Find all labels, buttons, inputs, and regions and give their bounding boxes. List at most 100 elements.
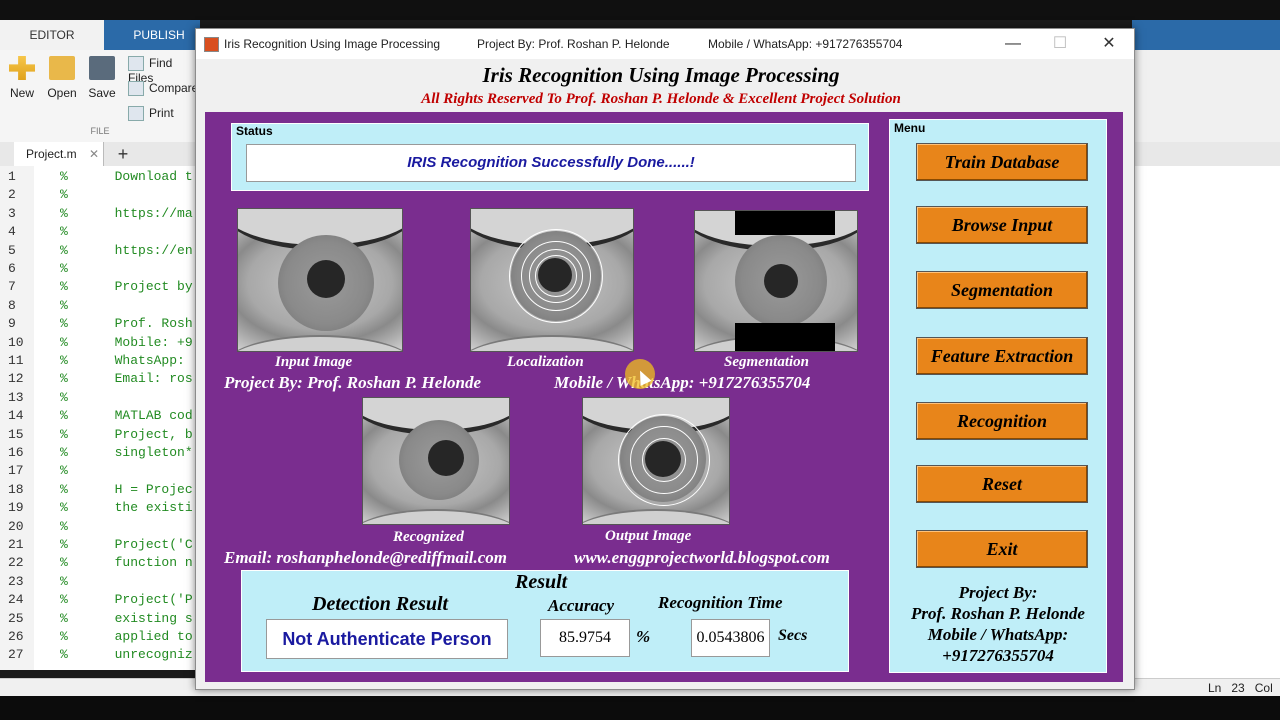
code-editor[interactable]: 1 % Download t 2% 3 % https://ma 4% 5 % https:/… [0, 166, 200, 670]
detection-result-field: Not Authenticate Person [266, 619, 508, 659]
exit-button[interactable]: Exit [916, 530, 1088, 568]
eyelid-mask-top [735, 211, 835, 235]
pupil [764, 264, 798, 298]
pupil-boundary-ring [642, 438, 686, 482]
menu-credit-line: Project By: [958, 583, 1038, 602]
code-text: % function n [60, 555, 193, 571]
line-number: 12 [8, 371, 24, 387]
window-title: Iris Recognition Using Image Processing [224, 37, 441, 51]
matlab-topbar [0, 0, 1280, 20]
recognized-caption: Recognized [393, 529, 464, 545]
accuracy-field: 85.9754 [540, 619, 630, 657]
code-text: % [60, 573, 68, 589]
code-text: % [60, 187, 68, 203]
matlab-toolbar-right [1132, 20, 1280, 50]
new-button[interactable]: New [2, 50, 42, 100]
credit-website: www.enggprojectworld.blogspot.com [574, 548, 830, 567]
open-label: Open [47, 86, 77, 100]
tab-editor[interactable]: EDITOR [0, 20, 104, 50]
ln-label: Ln [1208, 681, 1222, 695]
code-text: % the existi [60, 500, 193, 516]
print-label: Print [149, 106, 174, 120]
menu-credit-line: Mobile / WhatsApp: [927, 625, 1069, 644]
code-text: % Project by [60, 279, 193, 295]
line-number: 6 [8, 261, 16, 276]
credit-project-by: Project By: Prof. Roshan P. Helonde [224, 373, 482, 392]
new-label: New [9, 86, 34, 100]
window-title-mobile: Mobile / WhatsApp: +917276355704 [708, 37, 903, 51]
add-tab-icon[interactable]: + [112, 142, 134, 166]
output-image-caption: Output Image [605, 528, 692, 544]
code-text: % Download t [60, 169, 193, 184]
code-text: % unrecogniz [60, 647, 193, 663]
code-text: % existing s [60, 610, 193, 626]
compare-button[interactable]: Compare [128, 81, 198, 97]
ribbon-section-label: FILE [90, 126, 110, 136]
folder-icon [49, 56, 75, 80]
code-text: % https://en [60, 242, 193, 258]
code-text: % Project('P [60, 592, 193, 608]
segmentation-image [694, 210, 858, 352]
iris-recognition-window: Iris Recognition Using Image Processing … [195, 28, 1135, 690]
matlab-ribbon-right [1132, 50, 1280, 142]
code-text: % applied to [60, 629, 193, 644]
pupil [428, 440, 464, 476]
cursor-position: Ln 23 Col [1208, 679, 1273, 697]
reset-button[interactable]: Reset [916, 465, 1088, 503]
menu-credit: Project By: Prof. Roshan P. Helonde Mobi… [890, 582, 1106, 666]
line-number: 24 [8, 592, 24, 608]
train-database-button[interactable]: Train Database [916, 143, 1088, 181]
code-text: % [60, 389, 68, 405]
eyelid-bottom [471, 334, 633, 351]
recognition-time-unit: Secs [778, 627, 808, 644]
file-tab-label: Project.m [26, 147, 77, 161]
menu-panel: Menu Train Database Browse Input Segment… [889, 119, 1107, 673]
app-subtitle: All Rights Reserved To Prof. Roshan P. H… [421, 91, 901, 107]
save-button[interactable]: Save [82, 50, 122, 100]
matlab-ribbon: New Open Save Find Files Compare Print F… [0, 50, 200, 143]
line-number: 26 [8, 629, 24, 644]
recognized-image [362, 397, 510, 525]
input-image-caption: Input Image [275, 354, 353, 370]
window-title-project: Project By: Prof. Roshan P. Helonde [477, 37, 670, 51]
code-text: % [60, 463, 68, 479]
close-icon[interactable]: ✕ [89, 142, 99, 166]
line-number: 27 [8, 647, 24, 663]
result-panel: Result Detection Result Accuracy Recogni… [241, 570, 849, 672]
matlab-tabstrip: EDITOR PUBLISH [0, 20, 200, 50]
minimize-button[interactable]: — [998, 31, 1028, 57]
print-button[interactable]: Print [128, 106, 174, 122]
main-panel: Status IRIS Recognition Successfully Don… [205, 112, 1123, 682]
line-number: 2 [8, 187, 16, 203]
file-tab-project[interactable]: Project.m ✕ [14, 142, 104, 166]
eyelid-mask-bottom [735, 323, 835, 351]
matlab-right-bar [1132, 142, 1280, 166]
close-window-button[interactable]: ✕ [1094, 31, 1124, 57]
line-number: 11 [8, 353, 24, 368]
code-text: % https://ma [60, 205, 193, 221]
recognition-time-label: Recognition Time [658, 593, 783, 612]
code-text: % [60, 297, 68, 313]
eyelid-bottom [363, 509, 509, 524]
window-titlebar[interactable]: Iris Recognition Using Image Processing … [196, 29, 1134, 59]
menu-panel-title: Menu [894, 121, 926, 135]
segmentation-button[interactable]: Segmentation [916, 271, 1088, 309]
open-button[interactable]: Open [42, 50, 82, 100]
line-number: 15 [8, 426, 24, 442]
feature-extraction-button[interactable]: Feature Extraction [916, 337, 1088, 375]
code-text: % Prof. Rosh [60, 316, 193, 332]
editor-file-tabs: Project.m ✕ + [0, 142, 200, 167]
taskbar-strip [0, 696, 1280, 720]
tab-publish[interactable]: PUBLISH [120, 20, 198, 50]
recognition-button[interactable]: Recognition [916, 402, 1088, 440]
code-text: % [60, 224, 68, 240]
localization-image [470, 208, 634, 352]
detection-result-label: Detection Result [312, 593, 449, 615]
compare-icon [128, 81, 144, 97]
maximize-button[interactable]: ☐ [1045, 31, 1075, 57]
line-number: 16 [8, 445, 24, 460]
code-text: % MATLAB cod [60, 408, 193, 424]
accuracy-label: Accuracy [548, 596, 615, 615]
line-number: 5 [8, 242, 16, 258]
browse-input-button[interactable]: Browse Input [916, 206, 1088, 244]
